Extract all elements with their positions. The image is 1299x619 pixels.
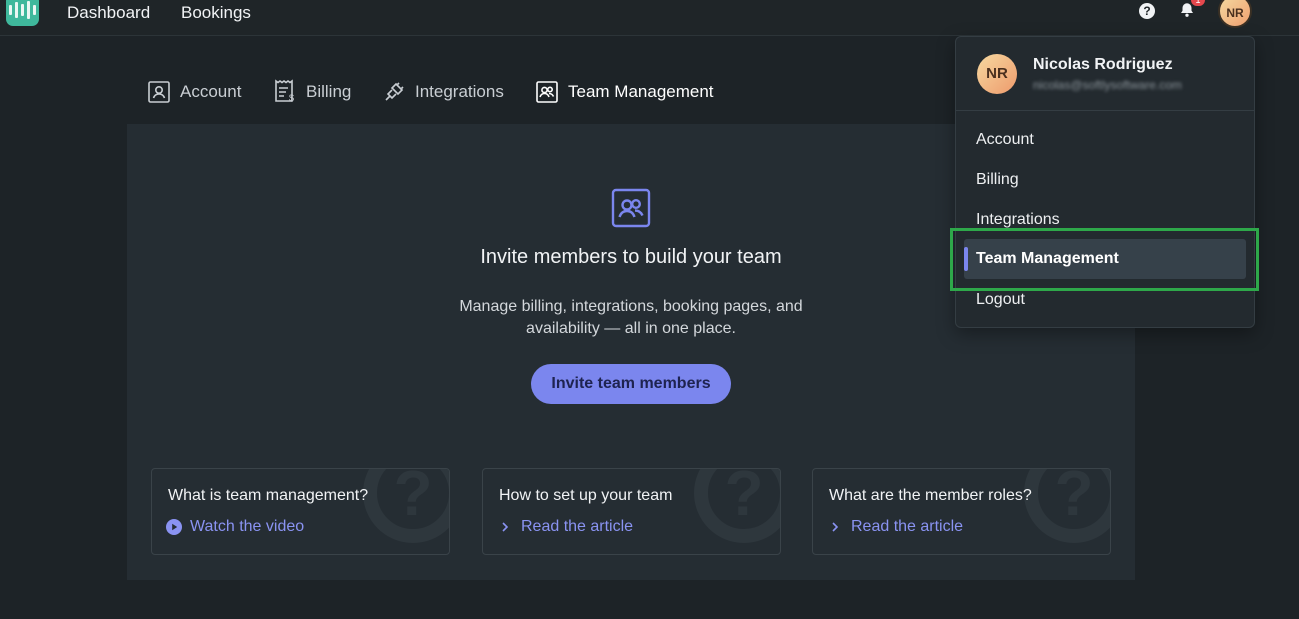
tab-label: Team Management	[568, 82, 714, 101]
help-icon[interactable]: ?	[1139, 3, 1155, 19]
receipt-icon: $	[275, 79, 294, 103]
team-icon	[611, 188, 651, 228]
tab-label: Account	[180, 82, 242, 101]
tab-team-management[interactable]: Team Management	[535, 78, 714, 106]
tab-account[interactable]: Account	[147, 78, 241, 106]
top-navigation-bar: Dashboard Bookings ? 1 NR	[0, 0, 1299, 36]
chevron-right-icon	[502, 522, 509, 532]
user-name: Nicolas Rodriguez	[1033, 56, 1173, 73]
empty-state-description: Manage billing, integrations, booking pa…	[459, 298, 803, 337]
menu-item-integrations[interactable]: Integrations	[976, 211, 1060, 229]
team-icon	[536, 81, 558, 103]
tab-label: Billing	[306, 82, 352, 101]
app-logo[interactable]	[6, 0, 39, 26]
menu-item-account[interactable]: Account	[976, 131, 1034, 149]
menu-item-billing[interactable]: Billing	[976, 171, 1019, 189]
avatar: NR	[977, 54, 1017, 94]
help-card-set-up-team[interactable]: ? How to set up your team Read the artic…	[482, 468, 781, 555]
nav-bookings[interactable]: Bookings	[181, 3, 251, 23]
help-card-member-roles[interactable]: ? What are the member roles? Read the ar…	[812, 468, 1111, 555]
help-card-link-label: Watch the video	[190, 518, 305, 535]
invite-team-members-button[interactable]: Invite team members	[531, 364, 731, 404]
chevron-right-icon	[832, 522, 839, 532]
question-mark-icon: ?	[363, 469, 449, 543]
tab-integrations[interactable]: Integrations	[382, 78, 504, 106]
user-card-icon	[148, 81, 170, 103]
divider	[956, 110, 1254, 111]
user-avatar-button[interactable]: NR	[1218, 0, 1252, 28]
question-mark-icon: ?	[694, 469, 780, 543]
svg-text:$: $	[289, 93, 294, 103]
help-card-title: What is team management?	[168, 487, 369, 504]
help-card-title: What are the member roles?	[829, 487, 1032, 504]
notification-badge: 1	[1191, 0, 1205, 6]
read-article-link[interactable]: Read the article	[827, 518, 963, 536]
help-card-link-label: Read the article	[521, 518, 634, 535]
tab-label: Integrations	[415, 82, 504, 101]
help-card-what-is-team-management[interactable]: ? What is team management? Watch the vid…	[151, 468, 450, 555]
tab-billing[interactable]: $ Billing	[273, 78, 351, 106]
read-article-link[interactable]: Read the article	[497, 518, 633, 536]
user-email: nicolas@softlysoftware.com	[1033, 78, 1182, 92]
plug-icon	[385, 82, 404, 101]
play-icon	[166, 519, 182, 535]
help-card-link-label: Read the article	[851, 518, 964, 535]
question-mark-icon: ?	[1024, 469, 1110, 543]
menu-item-logout[interactable]: Logout	[976, 291, 1025, 309]
highlight-annotation	[950, 228, 1259, 291]
nav-dashboard[interactable]: Dashboard	[67, 3, 150, 23]
help-card-title: How to set up your team	[499, 487, 673, 504]
watch-video-link[interactable]: Watch the video	[166, 518, 304, 536]
